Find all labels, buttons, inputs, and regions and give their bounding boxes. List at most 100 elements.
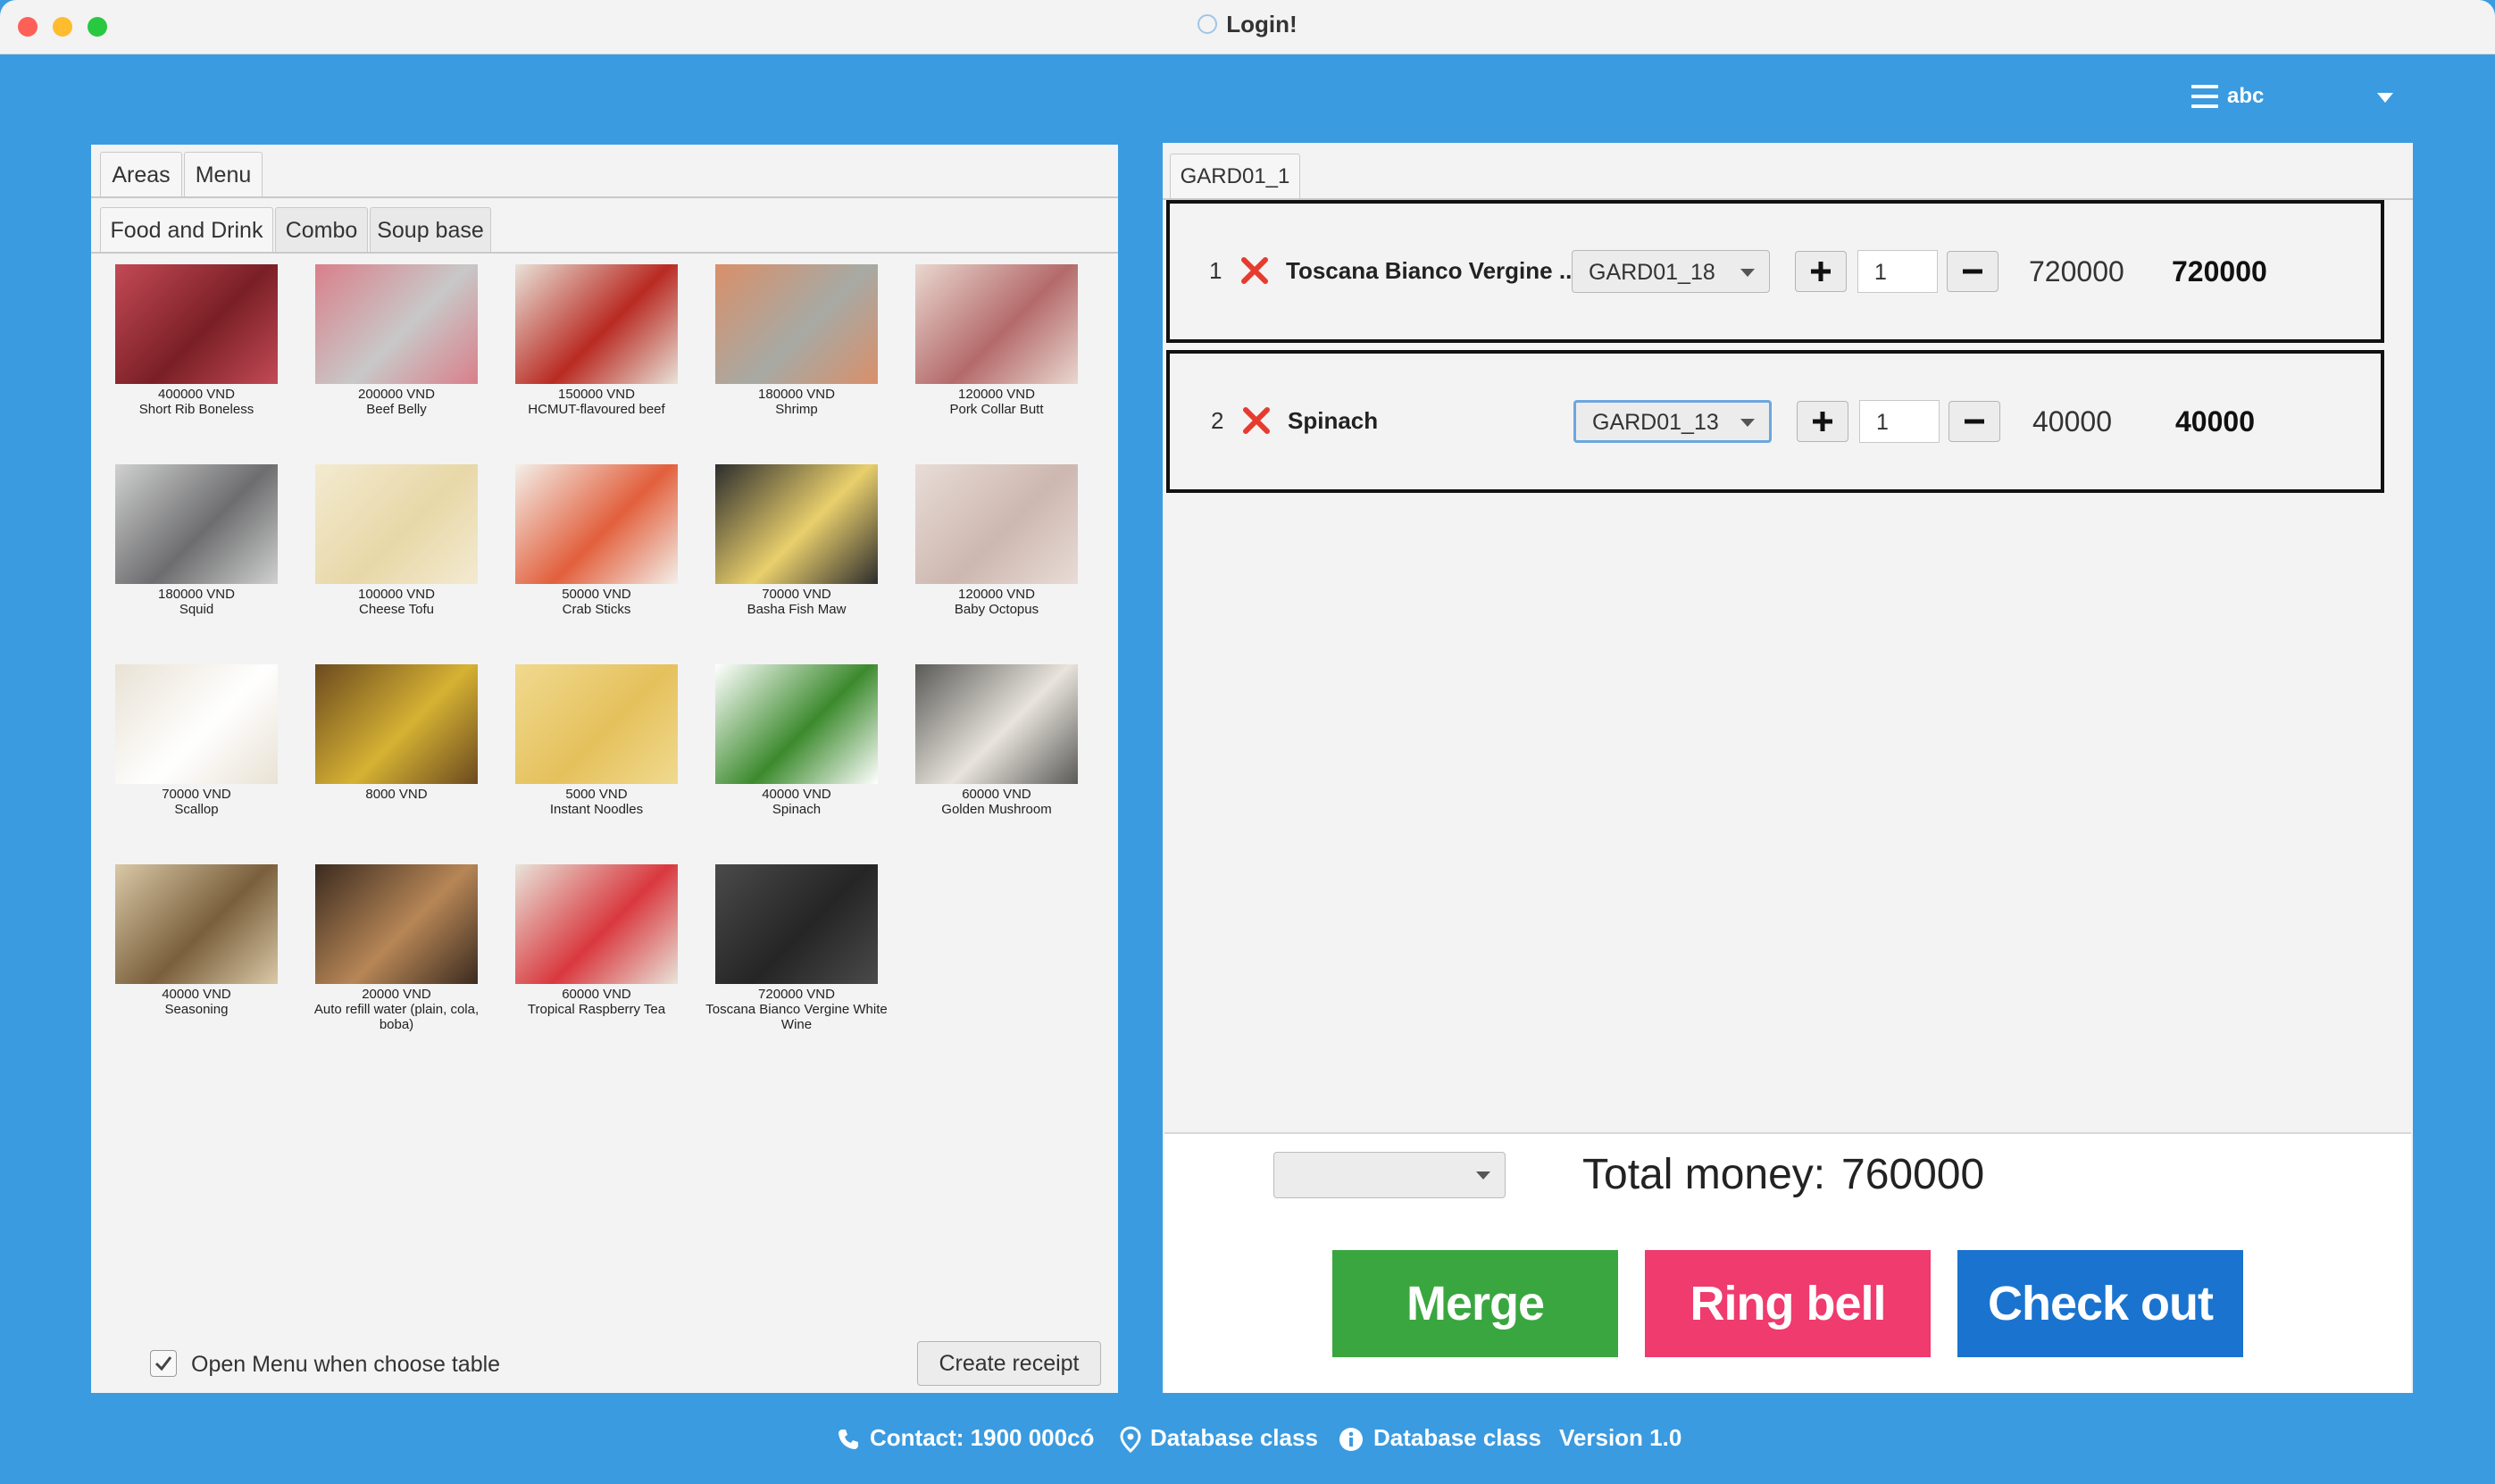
menu-item[interactable]: 400000 VND Short Rib Boneless xyxy=(96,264,296,417)
footer-location: Database class xyxy=(1120,1421,1318,1454)
table-select-value: GARD01_18 xyxy=(1589,260,1715,285)
increase-qty-button[interactable] xyxy=(1795,251,1847,292)
decrease-qty-button[interactable] xyxy=(1947,251,1999,292)
menu-item[interactable]: 100000 VND Cheese Tofu xyxy=(296,464,496,617)
menu-item-price: 70000 VND xyxy=(162,787,231,802)
menu-item[interactable]: 20000 VND Auto refill water (plain, cola,… xyxy=(296,864,496,1032)
user-menu[interactable]: abc xyxy=(2190,80,2404,116)
footer-version-text: Version 1.0 xyxy=(1559,1424,1682,1451)
item-name: Spinach xyxy=(1288,407,1379,434)
ring-bell-button[interactable]: Ring bell xyxy=(1645,1250,1931,1357)
remove-item-icon[interactable] xyxy=(1241,405,1272,436)
menu-item-price: 120000 VND xyxy=(958,387,1035,402)
item-name: Toscana Bianco Vergine ... xyxy=(1286,257,1579,284)
row-index: 1 xyxy=(1209,257,1222,284)
increase-qty-button[interactable] xyxy=(1797,401,1848,442)
remove-item-icon[interactable] xyxy=(1239,255,1270,286)
discount-select[interactable] xyxy=(1273,1152,1506,1198)
chevron-down-icon xyxy=(2377,93,2393,103)
location-pin-icon xyxy=(1120,1426,1141,1454)
beef-belly-image xyxy=(315,264,478,384)
row-index: 2 xyxy=(1211,407,1224,434)
menu-item-name: Tropical Raspberry Tea xyxy=(527,1002,666,1017)
menu-grid: 400000 VND Short Rib Boneless 200000 VND Be… xyxy=(91,264,1118,1068)
tab-areas[interactable]: Areas xyxy=(100,152,182,196)
menu-item-name: Baby Octopus xyxy=(954,602,1039,617)
menu-item[interactable]: 70000 VND Scallop xyxy=(96,664,296,817)
plus-icon xyxy=(1811,262,1831,281)
menu-item[interactable]: 40000 VND Spinach xyxy=(697,664,897,817)
menu-item-name: Instant Noodles xyxy=(549,802,644,817)
checkout-button[interactable]: Check out xyxy=(1957,1250,2243,1357)
corn-image xyxy=(315,664,478,784)
menu-item-price: 120000 VND xyxy=(958,587,1035,602)
menu-item[interactable]: 720000 VND Toscana Bianco Vergine White W… xyxy=(697,864,897,1032)
unit-price: 720000 xyxy=(2029,255,2124,288)
menu-item[interactable]: 60000 VND Golden Mushroom xyxy=(897,664,1097,817)
menu-item-name: Squid xyxy=(179,602,214,617)
pork-collar-image xyxy=(915,264,1078,384)
menu-item-name: Seasoning xyxy=(164,1002,229,1017)
tab-table-gard01-1[interactable]: GARD01_1 xyxy=(1170,154,1300,198)
quantity-input[interactable]: 1 xyxy=(1859,400,1940,443)
menu-item-name: Pork Collar Butt xyxy=(949,402,1044,417)
footer-version: Version 1.0 xyxy=(1559,1421,1681,1454)
unit-price: 40000 xyxy=(2032,405,2112,438)
chevron-down-icon xyxy=(1740,269,1755,277)
raspberry-tea-image xyxy=(515,864,678,984)
window-title: Login! xyxy=(0,11,2495,38)
info-icon xyxy=(1339,1428,1363,1452)
menu-item[interactable]: 120000 VND Pork Collar Butt xyxy=(897,264,1097,417)
decrease-qty-button[interactable] xyxy=(1948,401,2000,442)
hamburger-icon xyxy=(2191,85,2218,108)
menu-item-name: Crab Sticks xyxy=(562,602,631,617)
menu-item[interactable]: 5000 VND Instant Noodles xyxy=(496,664,697,817)
menu-panel: Areas Menu Food and Drink Combo Soup bas… xyxy=(91,145,1118,1393)
tab-combo[interactable]: Combo xyxy=(275,207,368,252)
instant-noodles-image xyxy=(515,664,678,784)
window-title-text: Login! xyxy=(1226,11,1298,38)
tab-menu[interactable]: Menu xyxy=(184,152,263,196)
menu-item-price: 70000 VND xyxy=(762,587,831,602)
menu-item[interactable]: 180000 VND Squid xyxy=(96,464,296,617)
menu-item-price: 20000 VND xyxy=(362,987,431,1002)
menu-item[interactable]: 60000 VND Tropical Raspberry Tea xyxy=(496,864,697,1017)
menu-item[interactable]: 40000 VND Seasoning xyxy=(96,864,296,1017)
tab-soup-base[interactable]: Soup base xyxy=(370,207,491,252)
white-wine-image xyxy=(715,864,878,984)
row-total: 40000 xyxy=(2175,405,2255,438)
table-select-value: GARD01_13 xyxy=(1592,410,1719,435)
create-receipt-button[interactable]: Create receipt xyxy=(917,1341,1101,1386)
menu-item[interactable]: 150000 VND HCMUT-flavoured beef xyxy=(496,264,697,417)
footer-contact: Contact: 1900 000có xyxy=(836,1421,1094,1454)
quantity-input[interactable]: 1 xyxy=(1857,250,1938,293)
open-menu-checkbox[interactable] xyxy=(150,1350,177,1377)
menu-item[interactable]: 120000 VND Baby Octopus xyxy=(897,464,1097,617)
crab-sticks-image xyxy=(515,464,678,584)
tab-food-and-drink[interactable]: Food and Drink xyxy=(100,207,273,252)
user-name: abc xyxy=(2227,84,2265,108)
menu-item-name: HCMUT-flavoured beef xyxy=(528,402,665,417)
merge-button[interactable]: Merge xyxy=(1332,1250,1618,1357)
menu-item[interactable]: 200000 VND Beef Belly xyxy=(296,264,496,417)
tab-divider xyxy=(91,196,1118,198)
fish-maw-image xyxy=(715,464,878,584)
app-icon xyxy=(1197,14,1218,34)
footer-contact-text: Contact: 1900 000có xyxy=(870,1424,1095,1451)
order-row: 1 Toscana Bianco Vergine ... GARD01_18 1… xyxy=(1166,200,2384,343)
seasoning-image xyxy=(115,864,278,984)
cheese-tofu-image xyxy=(315,464,478,584)
plus-icon xyxy=(1813,412,1832,431)
table-select[interactable]: GARD01_18 xyxy=(1572,250,1770,293)
menu-item-price: 60000 VND xyxy=(962,787,1031,802)
menu-item[interactable]: 180000 VND Shrimp xyxy=(697,264,897,417)
menu-item-price: 180000 VND xyxy=(758,387,835,402)
hcmut-beef-image xyxy=(515,264,678,384)
menu-item[interactable]: 50000 VND Crab Sticks xyxy=(496,464,697,617)
menu-item[interactable]: 70000 VND Basha Fish Maw xyxy=(697,464,897,617)
table-select[interactable]: GARD01_13 xyxy=(1573,400,1772,443)
short-rib-image xyxy=(115,264,278,384)
menu-item[interactable]: 8000 VND xyxy=(296,664,496,802)
total-money-value: 760000 xyxy=(1841,1151,1985,1198)
menu-item-name: Shrimp xyxy=(775,402,818,417)
